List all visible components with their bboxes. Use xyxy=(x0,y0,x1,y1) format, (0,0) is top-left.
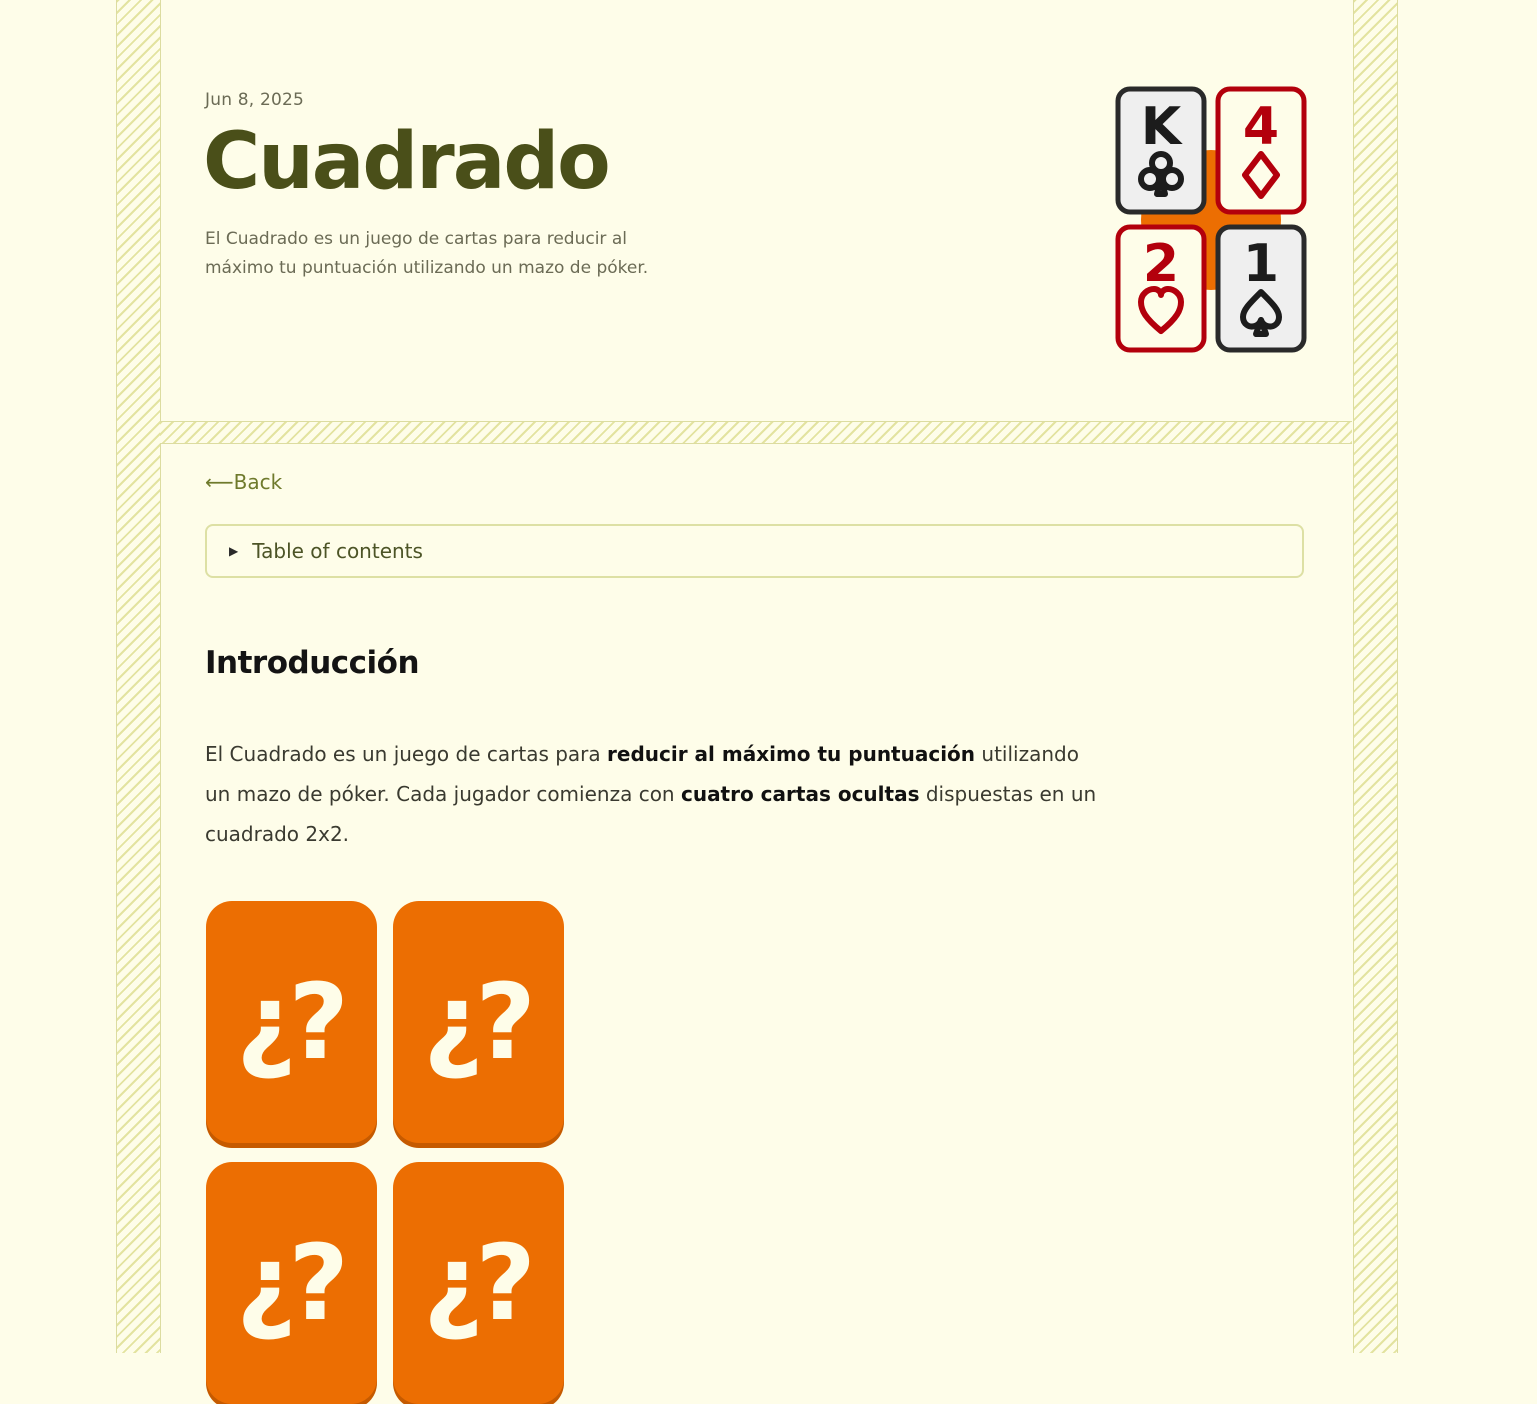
logo-card-four-diamonds: 4 xyxy=(1215,86,1307,215)
back-arrow-icon: ⟵ xyxy=(205,470,234,494)
intro-bold-text: reducir al máximo tu puntuación xyxy=(607,742,976,766)
hidden-card: ¿? xyxy=(393,1162,564,1404)
question-mark-icon: ¿? xyxy=(236,1222,349,1344)
toc-label: Table of contents xyxy=(252,539,423,563)
intro-paragraph: El Cuadrado es un juego de cartas para r… xyxy=(205,734,1105,854)
hidden-card: ¿? xyxy=(393,901,564,1143)
intro-bold-text: cuatro cartas ocultas xyxy=(680,782,920,806)
hidden-card: ¿? xyxy=(206,1162,377,1404)
logo-card-rank: 1 xyxy=(1243,234,1279,294)
post-summary: El Cuadrado es un juego de cartas para r… xyxy=(205,229,649,278)
table-of-contents-toggle[interactable]: ▶ Table of contents xyxy=(205,524,1304,578)
right-striped-rail xyxy=(1353,0,1398,1353)
section-heading-introduccion: Introducción xyxy=(205,645,420,681)
question-mark-icon: ¿? xyxy=(423,961,536,1083)
hidden-card: ¿? xyxy=(206,901,377,1143)
intro-text: El Cuadrado es un juego de cartas para xyxy=(205,742,608,766)
logo-card-two-hearts: 2 xyxy=(1115,224,1207,353)
triangle-right-icon: ▶ xyxy=(229,544,239,558)
left-striped-rail xyxy=(116,0,161,1353)
logo-card-rank: 2 xyxy=(1143,234,1179,294)
page-title: Cuadrado xyxy=(203,117,611,207)
logo-card-rank: 4 xyxy=(1243,97,1279,157)
cuadrado-logo: K 4 2 1 xyxy=(1115,86,1307,353)
logo-card-king-clubs: K xyxy=(1115,86,1207,215)
header-striped-divider xyxy=(160,421,1352,444)
logo-card-one-spades: 1 xyxy=(1215,224,1307,353)
post-date: Jun 8, 2025 xyxy=(205,90,305,110)
question-mark-icon: ¿? xyxy=(423,1222,536,1344)
back-label: Back xyxy=(233,470,283,494)
question-mark-icon: ¿? xyxy=(236,961,349,1083)
logo-card-rank: K xyxy=(1141,97,1183,157)
back-link[interactable]: ⟵Back xyxy=(205,470,282,494)
